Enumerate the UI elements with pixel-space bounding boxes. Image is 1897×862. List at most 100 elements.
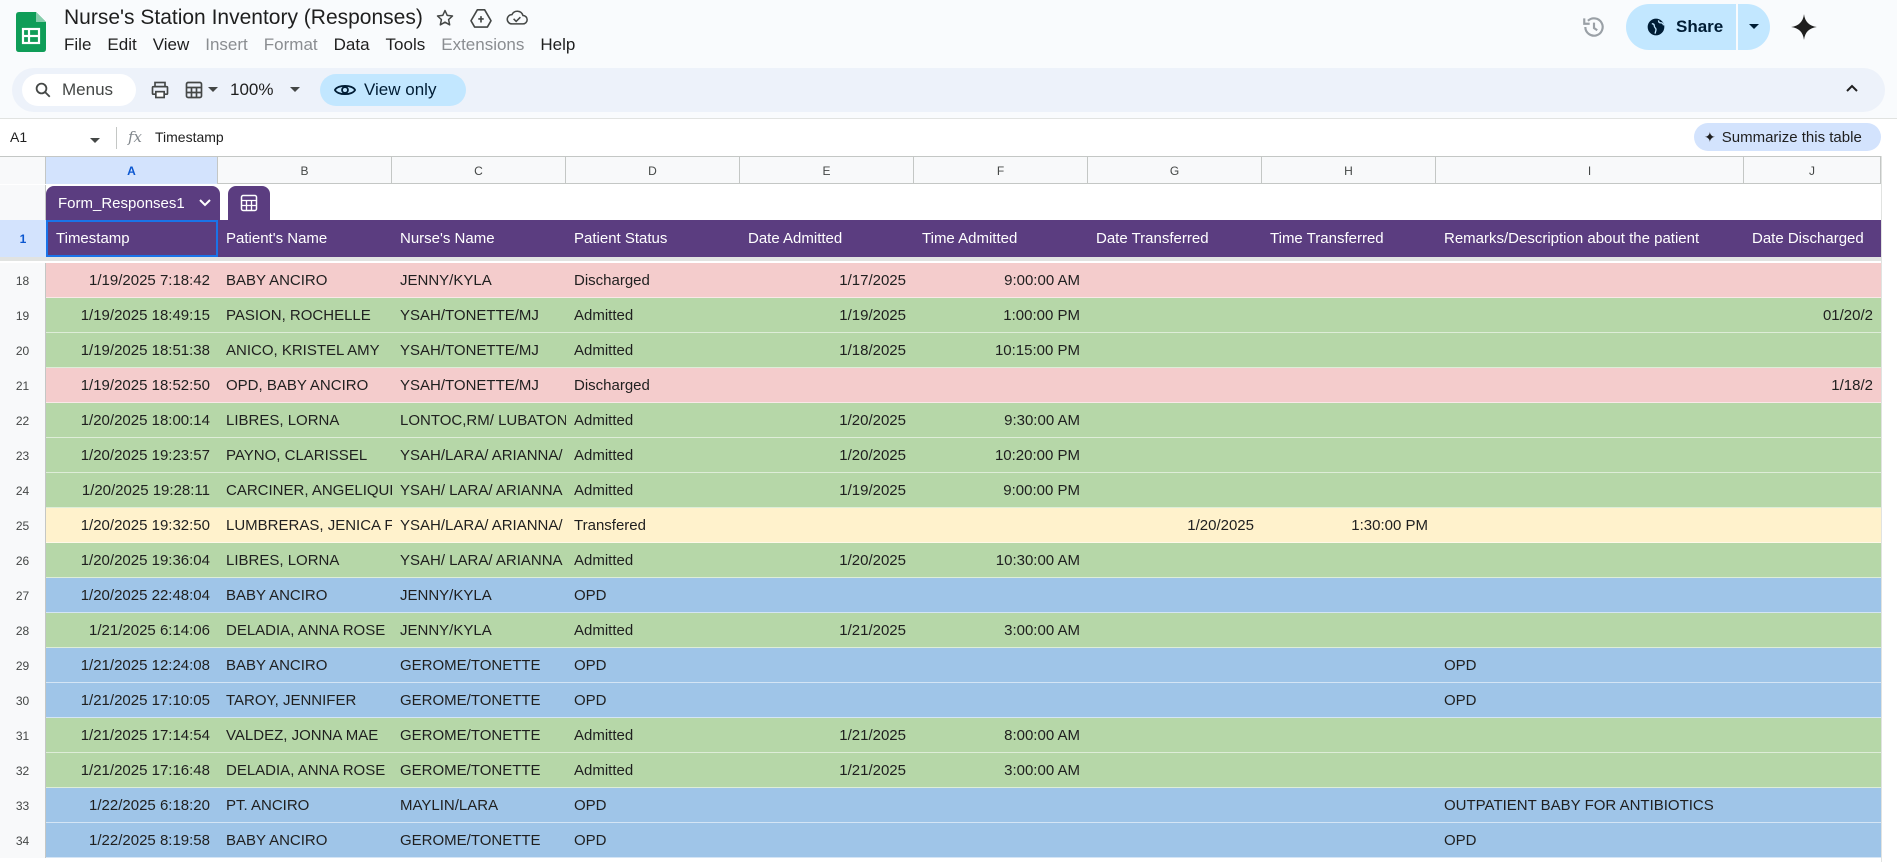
table-cell[interactable]: 1/19/2025 18:51:38 — [46, 333, 218, 368]
table-cell[interactable]: 1/21/2025 17:10:05 — [46, 683, 218, 718]
table-cell[interactable] — [1088, 298, 1262, 333]
table-cell[interactable] — [1436, 718, 1744, 753]
menu-format[interactable]: Format — [256, 35, 326, 57]
table-cell[interactable]: OPD, BABY ANCIRO — [218, 368, 392, 403]
table-cell[interactable]: 10:30:00 AM — [914, 543, 1088, 578]
table-cell[interactable] — [1262, 333, 1436, 368]
table-cell[interactable] — [1088, 718, 1262, 753]
table-cell[interactable]: 9:00:00 PM — [914, 473, 1088, 508]
table-cell[interactable]: 1/20/2025 — [740, 543, 914, 578]
table-cell[interactable]: 10:15:00 PM — [914, 333, 1088, 368]
table-cell[interactable] — [1436, 543, 1744, 578]
table-cell[interactable] — [1744, 403, 1881, 438]
table-cell[interactable] — [1088, 683, 1262, 718]
table-cell[interactable]: 1:30:00 PM — [1262, 508, 1436, 543]
table-cell[interactable]: 8:00:00 AM — [914, 718, 1088, 753]
table-cell[interactable]: 1/20/2025 — [740, 403, 914, 438]
table-cell[interactable] — [1262, 473, 1436, 508]
table-cell[interactable]: GEROME/TONETTE — [392, 648, 566, 683]
column-header-h[interactable]: H — [1262, 157, 1436, 184]
table-cell[interactable] — [1262, 648, 1436, 683]
table-cell[interactable] — [1744, 438, 1881, 473]
table-cell[interactable]: MAYLIN/LARA — [392, 788, 566, 823]
table-cell[interactable] — [1744, 753, 1881, 788]
table-cell[interactable]: 1/22/2025 6:18:20 — [46, 788, 218, 823]
table-header-cell[interactable]: Date Admitted — [740, 220, 914, 257]
move-to-drive-icon[interactable] — [470, 7, 492, 29]
table-cell[interactable]: 1/19/2025 — [740, 473, 914, 508]
table-cell[interactable]: Discharged — [566, 368, 740, 403]
table-cell[interactable]: OPD — [566, 788, 740, 823]
table-cell[interactable] — [1262, 718, 1436, 753]
table-cell[interactable]: Admitted — [566, 438, 740, 473]
table-cell[interactable] — [1262, 438, 1436, 473]
table-cell[interactable] — [1436, 263, 1744, 298]
table-cell[interactable]: 1/21/2025 — [740, 613, 914, 648]
table-header-cell[interactable]: Time Admitted — [914, 220, 1088, 257]
table-header-cell[interactable]: Date Transferred — [1088, 220, 1262, 257]
table-cell[interactable]: 1/21/2025 6:14:06 — [46, 613, 218, 648]
table-cell[interactable]: Admitted — [566, 298, 740, 333]
table-cell[interactable]: BABY ANCIRO — [218, 578, 392, 613]
column-header-f[interactable]: F — [914, 157, 1088, 184]
table-cell[interactable]: OPD — [566, 648, 740, 683]
table-cell[interactable] — [914, 788, 1088, 823]
name-box[interactable]: A1 — [10, 129, 27, 145]
table-cell[interactable]: 1/20/2025 — [740, 438, 914, 473]
menu-help[interactable]: Help — [532, 35, 583, 57]
table-cell[interactable]: 1:00:00 PM — [914, 298, 1088, 333]
gemini-sparkle-icon[interactable] — [1786, 9, 1822, 45]
table-cell[interactable] — [1088, 788, 1262, 823]
table-cell[interactable]: TAROY, JENNIFER — [218, 683, 392, 718]
table-cell[interactable] — [740, 508, 914, 543]
table-cell[interactable]: 1/20/2025 19:36:04 — [46, 543, 218, 578]
table-cell[interactable]: Admitted — [566, 403, 740, 438]
table-cell[interactable]: PAYNO, CLARISSEL — [218, 438, 392, 473]
table-cell[interactable]: JENNY/KYLA — [392, 613, 566, 648]
table-cell[interactable]: 1/19/2025 18:49:15 — [46, 298, 218, 333]
table-cell[interactable]: Admitted — [566, 473, 740, 508]
summarize-table-button[interactable]: ✦ Summarize this table — [1694, 123, 1881, 151]
table-cell[interactable] — [914, 578, 1088, 613]
table-cell[interactable]: OUTPATIENT BABY FOR ANTIBIOTICS — [1436, 788, 1744, 823]
table-cell[interactable]: CARCINER, ANGELIQUE — [218, 473, 392, 508]
row-number[interactable]: 33 — [0, 788, 46, 823]
table-header-cell[interactable]: Date Discharged — [1744, 220, 1881, 257]
table-cell[interactable] — [1436, 753, 1744, 788]
row-number[interactable]: 28 — [0, 613, 46, 648]
row-number[interactable]: 26 — [0, 543, 46, 578]
table-cell[interactable]: 3:00:00 AM — [914, 753, 1088, 788]
table-cell[interactable]: 1/20/2025 19:28:11 — [46, 473, 218, 508]
row-number[interactable]: 19 — [0, 298, 46, 333]
table-cell[interactable] — [1088, 613, 1262, 648]
table-cell[interactable]: 1/20/2025 22:48:04 — [46, 578, 218, 613]
table-cell[interactable]: 01/20/2 — [1744, 298, 1881, 333]
table-cell[interactable]: YSAH/TONETTE/MJ — [392, 333, 566, 368]
column-header-b[interactable]: B — [218, 157, 392, 184]
table-cell[interactable]: JENNY/KYLA — [392, 263, 566, 298]
table-cell[interactable] — [1262, 788, 1436, 823]
table-cell[interactable] — [1744, 613, 1881, 648]
share-dropdown-button[interactable] — [1738, 4, 1770, 50]
table-cell[interactable]: DELADIA, ANNA ROSE — [218, 753, 392, 788]
table-cell[interactable] — [740, 788, 914, 823]
table-cell[interactable]: 10:20:00 PM — [914, 438, 1088, 473]
table-cell[interactable]: Admitted — [566, 613, 740, 648]
table-cell[interactable]: JENNY/KYLA — [392, 578, 566, 613]
table-cell[interactable]: OPD — [1436, 683, 1744, 718]
view-mode-menu-icon[interactable] — [180, 78, 222, 102]
table-cell[interactable]: 9:00:00 AM — [914, 263, 1088, 298]
table-cell[interactable] — [1436, 403, 1744, 438]
table-header-cell[interactable]: Nurse's Name — [392, 220, 566, 257]
table-cell[interactable]: 1/20/2025 18:00:14 — [46, 403, 218, 438]
menu-extensions[interactable]: Extensions — [433, 35, 532, 57]
table-header-cell[interactable]: Remarks/Description about the patient — [1436, 220, 1744, 257]
zoom-select[interactable]: 100% — [230, 80, 273, 100]
table-cell[interactable]: GEROME/TONETTE — [392, 718, 566, 753]
table-name-tab[interactable]: Form_Responses1 — [46, 186, 220, 220]
table-cell[interactable]: PASION, ROCHELLE — [218, 298, 392, 333]
table-cell[interactable] — [1088, 578, 1262, 613]
table-cell[interactable]: DELADIA, ANNA ROSE — [218, 613, 392, 648]
table-cell[interactable] — [740, 368, 914, 403]
table-cell[interactable]: 1/21/2025 17:16:48 — [46, 753, 218, 788]
